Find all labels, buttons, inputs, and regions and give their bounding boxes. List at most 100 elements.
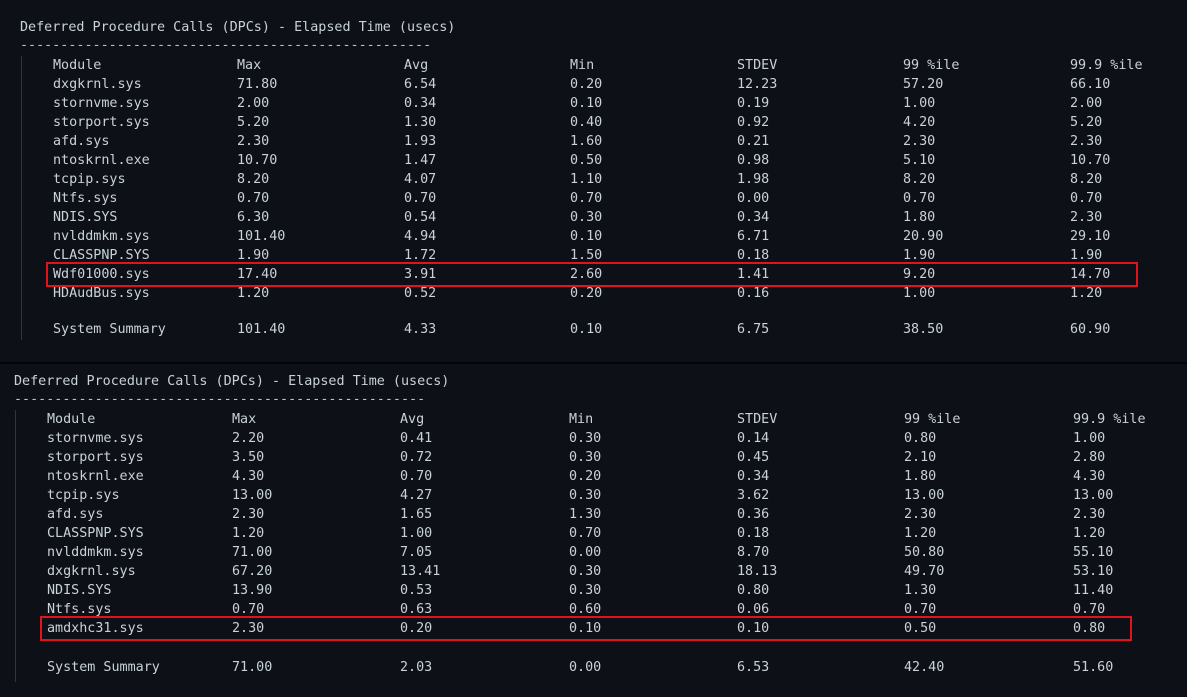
metric-value-max: 1.20	[232, 526, 265, 541]
metric-value-99-9-ile: 0.70	[1070, 191, 1103, 206]
metric-value-stdev: 0.14	[737, 431, 770, 446]
metric-value-max: 71.80	[237, 77, 278, 92]
module-name: NDIS.SYS	[53, 210, 118, 225]
table-row: ntoskrnl.exe 10.70 1.47 0.50 0.98 5.10 10.70	[0, 151, 1187, 170]
table-row: dxgkrnl.sys 67.20 13.41 0.30 18.13 49.70 53.10	[0, 562, 1187, 581]
metric-value-99-ile: 42.40	[904, 660, 945, 675]
metric-value-stdev: 12.23	[737, 77, 778, 92]
metric-value-avg: 0.34	[404, 96, 437, 111]
table-row: tcpip.sys 13.00 4.27 0.30 3.62 13.00 13.00	[0, 486, 1187, 505]
metric-value-99-ile: 1.30	[904, 583, 937, 598]
module-name: storport.sys	[53, 115, 150, 130]
metric-value-99-ile: 50.80	[904, 545, 945, 560]
metric-value-avg: 4.27	[400, 488, 433, 503]
column-header-module: Module	[47, 412, 96, 427]
metric-value-99-9-ile: 5.20	[1070, 115, 1103, 130]
system-summary-row: System Summary 71.00 2.03 0.00 6.53 42.40 51.6…	[0, 658, 1187, 677]
metric-value-min: 0.30	[569, 431, 602, 446]
table-row: ntoskrnl.exe 4.30 0.70 0.20 0.34 1.80 4.30	[0, 467, 1187, 486]
metric-value-avg: 4.94	[404, 229, 437, 244]
table-row: HDAudBus.sys 1.20 0.52 0.20 0.16 1.00 1.20	[0, 284, 1187, 303]
column-header-stdev: STDEV	[737, 58, 778, 73]
title-underline: ----------------------------------------…	[20, 38, 432, 53]
metric-value-stdev: 6.53	[737, 660, 770, 675]
module-name: nvlddmkm.sys	[47, 545, 144, 560]
metric-value-stdev: 3.62	[737, 488, 770, 503]
metric-value-99-9-ile: 29.10	[1070, 229, 1111, 244]
metric-value-99-ile: 20.90	[903, 229, 944, 244]
metric-value-max: 13.00	[232, 488, 273, 503]
metric-value-99-9-ile: 2.80	[1073, 450, 1106, 465]
metric-value-stdev: 0.36	[737, 507, 770, 522]
metric-value-stdev: 6.75	[737, 322, 770, 337]
metric-value-99-9-ile: 8.20	[1070, 172, 1103, 187]
table-row: NDIS.SYS 6.30 0.54 0.30 0.34 1.80 2.30	[0, 208, 1187, 227]
metric-value-stdev: 0.80	[737, 583, 770, 598]
metric-value-avg: 0.70	[404, 191, 437, 206]
column-header-99-9-ile: 99.9 %ile	[1073, 412, 1146, 427]
metric-value-min: 0.00	[569, 660, 602, 675]
metric-value-stdev: 1.98	[737, 172, 770, 187]
table-row: storport.sys 3.50 0.72 0.30 0.45 2.10 2.80	[0, 448, 1187, 467]
metric-value-99-9-ile: 66.10	[1070, 77, 1111, 92]
metric-value-stdev: 0.98	[737, 153, 770, 168]
metric-value-max: 2.30	[237, 134, 270, 149]
metric-value-99-ile: 0.80	[904, 431, 937, 446]
module-name: Ntfs.sys	[53, 191, 118, 206]
table-row: afd.sys 2.30 1.65 1.30 0.36 2.30 2.30	[0, 505, 1187, 524]
metric-value-max: 4.30	[232, 469, 265, 484]
metric-value-stdev: 8.70	[737, 545, 770, 560]
metric-value-99-ile: 0.70	[903, 191, 936, 206]
column-header-max: Max	[237, 58, 262, 73]
metric-value-max: 5.20	[237, 115, 270, 130]
metric-value-stdev: 6.71	[737, 229, 770, 244]
metric-value-99-ile: 1.00	[903, 286, 936, 301]
metric-value-99-ile: 1.20	[904, 526, 937, 541]
metric-value-avg: 2.03	[400, 660, 433, 675]
title-underline: ----------------------------------------…	[14, 392, 426, 407]
column-header-99-ile: 99 %ile	[904, 412, 961, 427]
metric-value-99-ile: 2.30	[904, 507, 937, 522]
metric-value-min: 0.10	[570, 322, 603, 337]
metric-value-99-ile: 4.20	[903, 115, 936, 130]
metric-value-stdev: 0.34	[737, 469, 770, 484]
metric-value-avg: 0.70	[400, 469, 433, 484]
system-summary-row: System Summary 101.40 4.33 0.10 6.75 38.50 60.…	[0, 320, 1187, 339]
metric-value-99-ile: 2.10	[904, 450, 937, 465]
highlight-box	[40, 616, 1132, 641]
metric-value-avg: 0.53	[400, 583, 433, 598]
table-header: Module Max Avg Min STDEV 99 %ile 99.9 %ile	[0, 410, 1187, 429]
metric-value-stdev: 0.45	[737, 450, 770, 465]
metric-value-avg: 4.33	[404, 322, 437, 337]
metric-value-max: 3.50	[232, 450, 265, 465]
metric-value-avg: 13.41	[400, 564, 441, 579]
table-row: NDIS.SYS 13.90 0.53 0.30 0.80 1.30 11.40	[0, 581, 1187, 600]
column-header-avg: Avg	[404, 58, 429, 73]
metric-value-99-9-ile: 2.30	[1070, 210, 1103, 225]
column-header-min: Min	[570, 58, 595, 73]
metric-value-avg: 1.47	[404, 153, 437, 168]
metric-value-stdev: 0.21	[737, 134, 770, 149]
metric-value-min: 0.10	[570, 96, 603, 111]
metric-value-avg: 1.00	[400, 526, 433, 541]
dpc-panel-1: Deferred Procedure Calls (DPCs) - Elapse…	[0, 0, 1187, 362]
metric-value-stdev: 0.16	[737, 286, 770, 301]
metric-value-min: 1.60	[570, 134, 603, 149]
metric-value-max: 71.00	[232, 660, 273, 675]
metric-value-min: 0.00	[569, 545, 602, 560]
module-name: System Summary	[47, 660, 160, 675]
metric-value-99-9-ile: 11.40	[1073, 583, 1114, 598]
metric-value-max: 10.70	[237, 153, 278, 168]
metric-value-99-9-ile: 53.10	[1073, 564, 1114, 579]
metric-value-avg: 0.72	[400, 450, 433, 465]
metric-value-99-ile: 1.00	[903, 96, 936, 111]
metric-value-max: 101.40	[237, 229, 286, 244]
metric-value-min: 0.30	[570, 210, 603, 225]
module-name: CLASSPNP.SYS	[47, 526, 144, 541]
metric-value-min: 0.70	[570, 191, 603, 206]
column-header-max: Max	[232, 412, 257, 427]
metric-value-max: 6.30	[237, 210, 270, 225]
metric-value-max: 67.20	[232, 564, 273, 579]
metric-value-min: 0.40	[570, 115, 603, 130]
metric-value-min: 0.20	[570, 77, 603, 92]
